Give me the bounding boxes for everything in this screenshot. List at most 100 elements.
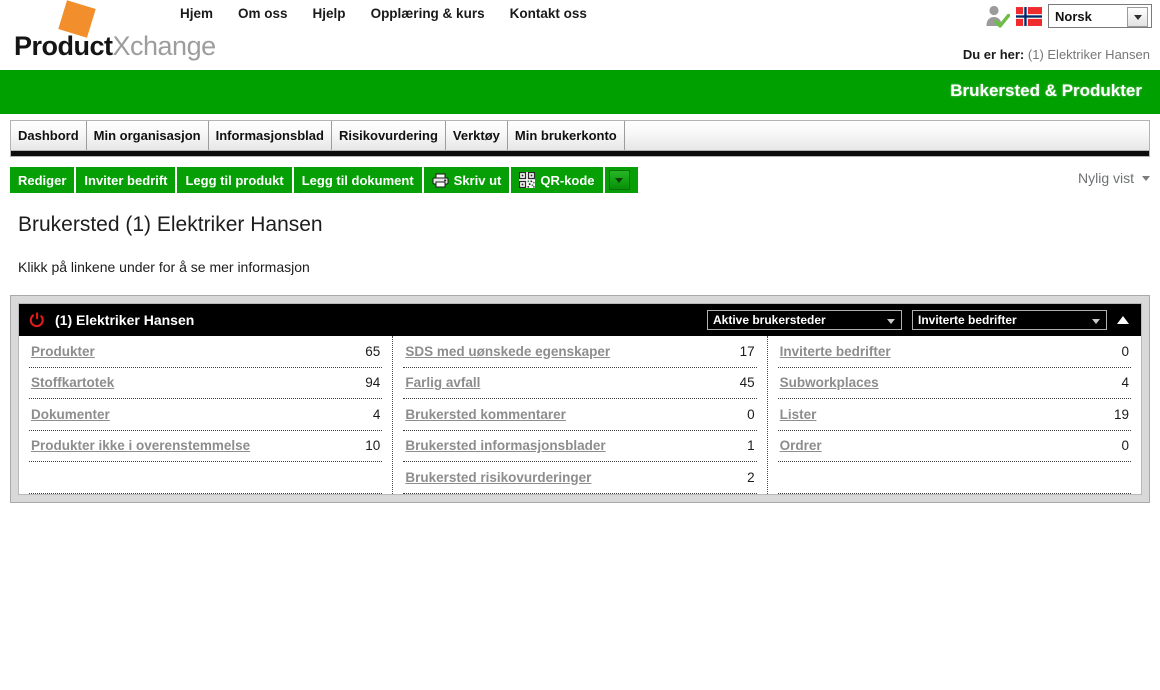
link-ordrer[interactable]: Ordrer bbox=[780, 438, 822, 453]
nav-item-kontakt-oss[interactable]: Kontakt oss bbox=[510, 6, 587, 21]
count-produkter: 65 bbox=[365, 343, 381, 359]
nylig-vist-label: Nylig vist bbox=[1077, 170, 1134, 186]
legg-til-produkt-button[interactable]: Legg til produkt bbox=[177, 167, 294, 193]
link-column-1: Produkter 65 Stoffkartotek 94 Dokumenter… bbox=[19, 336, 394, 494]
workplace-panel-header: (1) Elektriker Hansen Aktive brukerstede… bbox=[19, 304, 1141, 336]
skriv-ut-button[interactable]: Skriv ut bbox=[423, 167, 512, 193]
link-farlig-avfall[interactable]: Farlig avfall bbox=[405, 375, 480, 390]
list-item[interactable]: Brukersted kommentarer 0 bbox=[403, 399, 757, 431]
tab-risikovurdering[interactable]: Risikovurdering bbox=[331, 121, 446, 150]
page-subtitle: Klikk på linkene under for å se mer info… bbox=[18, 259, 310, 275]
count-stoffkartotek: 94 bbox=[365, 375, 381, 391]
language-select-value: Norsk bbox=[1055, 8, 1092, 24]
list-item[interactable]: Ordrer 0 bbox=[777, 431, 1131, 462]
inviterte-bedrifter-select[interactable]: Inviterte bedrifter bbox=[912, 310, 1107, 330]
nav-item-hjelp[interactable]: Hjelp bbox=[313, 6, 346, 21]
link-produkter[interactable]: Produkter bbox=[31, 344, 95, 359]
list-item[interactable]: Lister 19 bbox=[777, 399, 1131, 431]
qr-code-icon bbox=[519, 172, 536, 188]
tab-verktoy[interactable]: Verktøy bbox=[445, 121, 508, 150]
tabbar-underline bbox=[10, 151, 1150, 157]
user-check-icon[interactable] bbox=[984, 3, 1010, 29]
aktive-brukersteder-select[interactable]: Aktive brukersteder bbox=[707, 310, 902, 330]
count-brukersted-risikovurderinger: 2 bbox=[747, 469, 755, 485]
language-select[interactable]: Norsk bbox=[1048, 4, 1152, 28]
banner-title: Brukersted & Produkter bbox=[950, 81, 1142, 100]
link-column-3: Inviterte bedrifter 0 Subworkplaces 4 Li… bbox=[768, 336, 1141, 494]
link-inviterte-bedrifter[interactable]: Inviterte bedrifter bbox=[780, 344, 891, 359]
link-sds-med-uonskede-egenskaper[interactable]: SDS med uønskede egenskaper bbox=[405, 344, 610, 359]
breadcrumb-label: Du er her: bbox=[962, 47, 1025, 62]
count-produkter-ikke-i-overenstemmelse: 10 bbox=[365, 438, 381, 454]
rediger-button[interactable]: Rediger bbox=[10, 167, 77, 193]
chevron-down-icon bbox=[1142, 175, 1150, 181]
nylig-vist-dropdown[interactable]: Nylig vist bbox=[1078, 170, 1150, 186]
breadcrumb-value: (1) Elektriker Hansen bbox=[1027, 47, 1150, 62]
list-item[interactable]: Brukersted informasjonsblader 1 bbox=[403, 431, 757, 462]
list-item[interactable]: Inviterte bedrifter 0 bbox=[777, 336, 1131, 368]
link-produkter-ikke-i-overenstemmelse[interactable]: Produkter ikke i overenstemmelse bbox=[31, 438, 250, 453]
list-item[interactable]: Produkter ikke i overenstemmelse 10 bbox=[29, 431, 383, 462]
nav-item-hjem[interactable]: Hjem bbox=[180, 6, 213, 21]
chevron-down-icon bbox=[615, 177, 624, 183]
list-item[interactable]: Dokumenter 4 bbox=[29, 399, 383, 431]
chevron-down-icon bbox=[887, 319, 895, 324]
toolbar-more-arrow[interactable] bbox=[608, 170, 630, 190]
list-item[interactable]: Subworkplaces 4 bbox=[777, 368, 1131, 399]
aktive-brukersteder-value: Aktive brukersteder bbox=[713, 313, 826, 327]
page-title: Brukersted (1) Elektriker Hansen bbox=[18, 213, 323, 236]
count-subworkplaces: 4 bbox=[1121, 375, 1129, 391]
count-lister: 19 bbox=[1113, 406, 1129, 422]
list-item-empty bbox=[29, 462, 383, 494]
triangle-up-icon[interactable] bbox=[1117, 316, 1129, 324]
link-dokumenter[interactable]: Dokumenter bbox=[31, 407, 110, 422]
link-brukersted-kommentarer[interactable]: Brukersted kommentarer bbox=[405, 407, 566, 422]
link-lister[interactable]: Lister bbox=[780, 407, 817, 422]
tab-dashbord[interactable]: Dashbord bbox=[11, 121, 87, 150]
list-item-empty bbox=[777, 462, 1131, 494]
language-select-arrow[interactable] bbox=[1127, 7, 1148, 27]
count-inviterte-bedrifter: 0 bbox=[1121, 343, 1129, 359]
inviterte-bedrifter-value: Inviterte bedrifter bbox=[918, 313, 1017, 327]
primary-tabbar: Dashbord Min organisasjon Informasjonsbl… bbox=[10, 120, 1150, 151]
count-ordrer: 0 bbox=[1121, 438, 1129, 454]
count-brukersted-informasjonsblader: 1 bbox=[747, 438, 755, 454]
count-dokumenter: 4 bbox=[372, 406, 381, 422]
section-banner: Brukersted & Produkter bbox=[0, 70, 1160, 116]
site-header: ProductXchange Hjem Om oss Hjelp Opplæri… bbox=[0, 0, 1160, 70]
tab-min-organisasjon[interactable]: Min organisasjon bbox=[86, 121, 209, 150]
printer-icon bbox=[432, 173, 449, 187]
nav-item-opplaering-kurs[interactable]: Opplæring & kurs bbox=[371, 6, 485, 21]
chevron-down-icon bbox=[1133, 14, 1142, 20]
qr-kode-button[interactable]: QR-kode bbox=[511, 167, 605, 193]
qr-kode-label: QR-kode bbox=[540, 172, 595, 188]
header-right-controls: Norsk bbox=[984, 3, 1152, 29]
nav-item-om-oss[interactable]: Om oss bbox=[238, 6, 288, 21]
tab-informasjonsblad[interactable]: Informasjonsblad bbox=[208, 121, 332, 150]
link-column-2: SDS med uønskede egenskaper 17 Farlig av… bbox=[393, 336, 768, 494]
action-toolbar-row: Rediger Inviter bedrift Legg til produkt… bbox=[10, 167, 1150, 193]
legg-til-dokument-button[interactable]: Legg til dokument bbox=[293, 167, 424, 193]
link-brukersted-risikovurderinger[interactable]: Brukersted risikovurderinger bbox=[405, 470, 591, 485]
list-item[interactable]: Produkter 65 bbox=[29, 336, 383, 368]
inviter-bedrift-button[interactable]: Inviter bedrift bbox=[76, 167, 178, 193]
workplace-panel-title: (1) Elektriker Hansen bbox=[55, 312, 195, 328]
list-item[interactable]: Brukersted risikovurderinger 2 bbox=[403, 462, 757, 494]
logo-wordmark: ProductXchange bbox=[14, 31, 216, 62]
workplace-panel-controls: Aktive brukersteder Inviterte bedrifter bbox=[707, 310, 1133, 330]
toolbar-more-dropdown[interactable] bbox=[604, 167, 638, 193]
link-stoffkartotek[interactable]: Stoffkartotek bbox=[31, 375, 114, 390]
list-item[interactable]: Stoffkartotek 94 bbox=[29, 368, 383, 399]
product-xchange-logo[interactable]: ProductXchange bbox=[14, 0, 216, 66]
workplace-panel: (1) Elektriker Hansen Aktive brukerstede… bbox=[10, 295, 1150, 503]
workplace-link-table: Produkter 65 Stoffkartotek 94 Dokumenter… bbox=[19, 336, 1141, 494]
count-farlig-avfall: 45 bbox=[739, 375, 755, 391]
main-navigation: Hjem Om oss Hjelp Opplæring & kurs Konta… bbox=[180, 6, 587, 21]
link-subworkplaces[interactable]: Subworkplaces bbox=[780, 375, 879, 390]
link-brukersted-informasjonsblader[interactable]: Brukersted informasjonsblader bbox=[405, 438, 605, 453]
list-item[interactable]: Farlig avfall 45 bbox=[403, 368, 757, 399]
tab-min-brukerkonto[interactable]: Min brukerkonto bbox=[507, 121, 625, 150]
power-refresh-icon[interactable] bbox=[29, 312, 45, 328]
list-item[interactable]: SDS med uønskede egenskaper 17 bbox=[403, 336, 757, 368]
count-brukersted-kommentarer: 0 bbox=[747, 406, 755, 422]
